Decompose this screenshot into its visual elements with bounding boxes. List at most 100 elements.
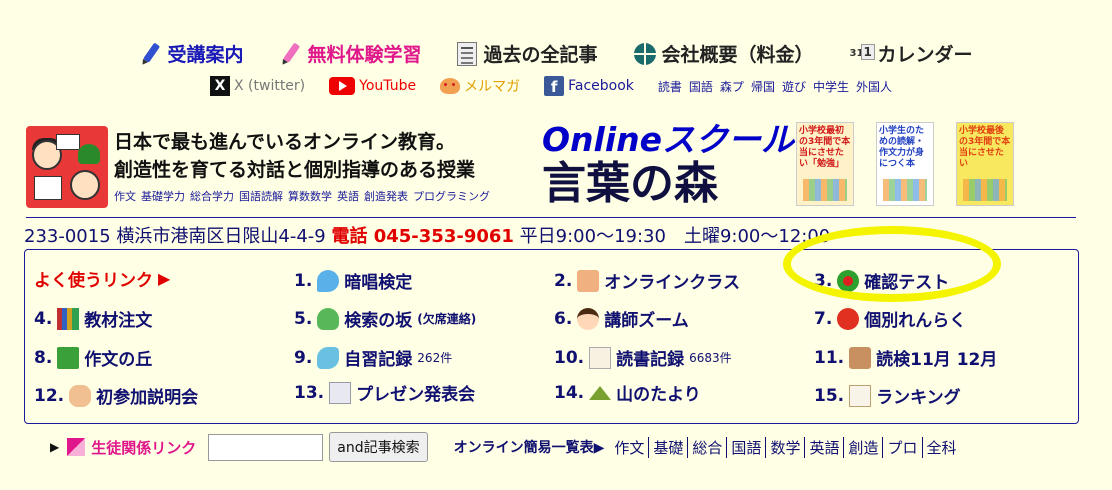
link-label: 初参加説明会 xyxy=(96,388,199,408)
subject-link[interactable]: 作文 xyxy=(114,188,136,204)
link-kensaku-no-saka[interactable]: 5. 検索の坂 (欠席連絡) xyxy=(294,306,476,331)
top-navigation: 受講案内 無料体験学習 過去の全記事 会社概要（料金） カレンダー xyxy=(0,40,1112,67)
facebook-link[interactable]: f Facebook xyxy=(544,76,634,96)
links-title-text: よく使うリンク xyxy=(34,271,153,291)
link-kakunin-test[interactable]: 3. 確認テスト xyxy=(814,268,949,293)
summary-link[interactable]: 創造 xyxy=(843,436,882,458)
link-label: オンラインクラス xyxy=(604,273,740,293)
category-link[interactable]: 国語 xyxy=(689,78,713,95)
calendar-icon xyxy=(850,42,875,66)
link-label: 暗唱検定 xyxy=(344,273,413,293)
summary-link[interactable]: 基礎 xyxy=(648,436,687,458)
blue-pen-icon xyxy=(135,37,167,69)
x-logo-icon: X xyxy=(210,76,230,96)
book-cover-2[interactable]: 小学生のための読解・作文力が身につく本 xyxy=(876,122,934,206)
link-label: ランキング xyxy=(876,388,961,408)
subject-link[interactable]: 算数数学 xyxy=(288,188,332,204)
subject-link[interactable]: 英語 xyxy=(337,188,359,204)
book-illustration xyxy=(883,179,927,201)
nav-free-trial-link[interactable]: 無料体験学習 xyxy=(279,40,421,67)
link-presentation[interactable]: 13. プレゼン発表会 xyxy=(294,380,475,405)
subject-link[interactable]: 国語読解 xyxy=(239,188,283,204)
address-text: 233-0015 横浜市港南区日限山4-4-9 xyxy=(24,226,326,247)
student-flag-icon xyxy=(67,438,86,456)
link-number: 8. xyxy=(34,347,53,368)
globe-icon xyxy=(633,42,656,65)
brand-title[interactable]: Onlineスクール 言葉の森 xyxy=(542,120,794,208)
subject-link[interactable]: 創造発表 xyxy=(364,188,408,204)
link-number: 1. xyxy=(294,270,313,291)
people-icon xyxy=(577,269,600,292)
link-label: プレゼン発表会 xyxy=(356,385,476,405)
nav-all-articles-link[interactable]: 過去の全記事 xyxy=(457,40,598,67)
article-search-input[interactable] xyxy=(208,433,324,461)
nav-label: 受講案内 xyxy=(167,44,244,66)
link-reading-record[interactable]: 10. 読書記録 6683件 xyxy=(554,345,732,370)
facebook-icon: f xyxy=(544,76,565,96)
link-label: 個別れんらく xyxy=(864,311,967,331)
brand-name: 言葉の森 xyxy=(542,158,718,209)
category-link[interactable]: 帰国 xyxy=(751,78,775,95)
category-link[interactable]: 森プ xyxy=(720,78,744,95)
youtube-link[interactable]: YouTube xyxy=(329,77,416,95)
desk-icon xyxy=(849,346,872,369)
subject-link[interactable]: 基礎学力 xyxy=(141,188,185,204)
book-title: 小学校最初の3年間で本当にさせたい「勉強」 xyxy=(799,126,851,169)
summary-link[interactable]: プロ xyxy=(882,436,921,458)
social-links-row: X X (twitter) YouTube メルマガ f Facebook 読書… xyxy=(210,76,892,96)
link-self-study-record[interactable]: 9. 自習記録 262件 xyxy=(294,345,452,370)
link-number: 10. xyxy=(554,347,585,368)
frequent-links-box: よく使うリンク ▶ 1. 暗唱検定 2. オンラインクラス 3. 確認テスト 4… xyxy=(24,249,1079,424)
nav-label: カレンダー xyxy=(877,44,973,66)
nav-course-guide-link[interactable]: 受講案内 xyxy=(139,40,243,67)
mailmag-link[interactable]: メルマガ xyxy=(440,76,520,96)
link-online-class[interactable]: 2. オンラインクラス xyxy=(554,268,740,293)
nav-calendar-link[interactable]: カレンダー xyxy=(850,40,973,67)
book-illustration xyxy=(803,179,847,201)
category-link[interactable]: 遊び xyxy=(782,78,806,95)
article-search-button[interactable]: and記事検索 xyxy=(329,432,428,462)
link-count: 262件 xyxy=(417,351,453,365)
subject-link[interactable]: 総合学力 xyxy=(190,188,234,204)
nav-company-link[interactable]: 会社概要（料金） xyxy=(633,40,814,67)
subject-link[interactable]: プログラミング xyxy=(413,188,490,204)
school-logo[interactable] xyxy=(26,126,108,208)
summary-link[interactable]: 総合 xyxy=(687,436,726,458)
summary-link[interactable]: 英語 xyxy=(804,436,843,458)
link-number: 2. xyxy=(554,270,573,291)
phone-number[interactable]: 電話 045-353-9061 xyxy=(331,226,513,247)
logo-book xyxy=(56,134,80,150)
summary-link[interactable]: 全科 xyxy=(921,436,961,458)
category-link[interactable]: 中学生 xyxy=(813,78,849,95)
link-number: 9. xyxy=(294,347,313,368)
link-individual-contact[interactable]: 7. 個別れんらく xyxy=(814,306,966,331)
summary-link[interactable]: 作文 xyxy=(610,437,648,458)
link-number: 6. xyxy=(554,308,573,329)
category-link[interactable]: 外国人 xyxy=(856,78,892,95)
category-links: 読書 国語 森プ 帰国 遊び 中学生 外国人 xyxy=(658,78,892,95)
book-cover-3[interactable]: 小学校最後の3年間で本当にさせたい xyxy=(956,122,1014,206)
online-summary-label[interactable]: オンライン簡易一覧表▶ xyxy=(454,437,605,457)
student-links-link[interactable]: 生徒関係リンク xyxy=(91,437,196,458)
facebook-label: Facebook xyxy=(568,78,634,94)
link-teacher-zoom[interactable]: 6. 講師ズーム xyxy=(554,306,689,331)
link-label: 作文の丘 xyxy=(84,350,153,370)
link-number: 15. xyxy=(814,385,845,406)
link-orientation[interactable]: 12. 初参加説明会 xyxy=(34,383,198,408)
youtube-label: YouTube xyxy=(359,78,417,94)
category-link[interactable]: 読書 xyxy=(658,78,682,95)
link-dokken[interactable]: 11. 読検11月 12月 xyxy=(814,345,997,370)
hill-icon xyxy=(57,346,80,369)
link-material-order[interactable]: 4. 教材注文 xyxy=(34,306,152,331)
link-ranking[interactable]: 15. ランキング xyxy=(814,383,961,408)
clover-icon xyxy=(837,269,860,292)
brand-subtitle: Onlineスクール xyxy=(542,120,795,159)
nav-label: 会社概要（料金） xyxy=(661,44,814,66)
book-cover-1[interactable]: 小学校最初の3年間で本当にさせたい「勉強」 xyxy=(796,122,854,206)
summary-link[interactable]: 数学 xyxy=(765,436,804,458)
twitter-link[interactable]: X X (twitter) xyxy=(210,76,305,96)
summary-link[interactable]: 国語 xyxy=(726,436,765,458)
link-anshou-kentei[interactable]: 1. 暗唱検定 xyxy=(294,268,412,293)
link-yama-no-tayori[interactable]: 14. 山のたより xyxy=(554,380,701,406)
link-sakubun-no-oka[interactable]: 8. 作文の丘 xyxy=(34,345,152,370)
